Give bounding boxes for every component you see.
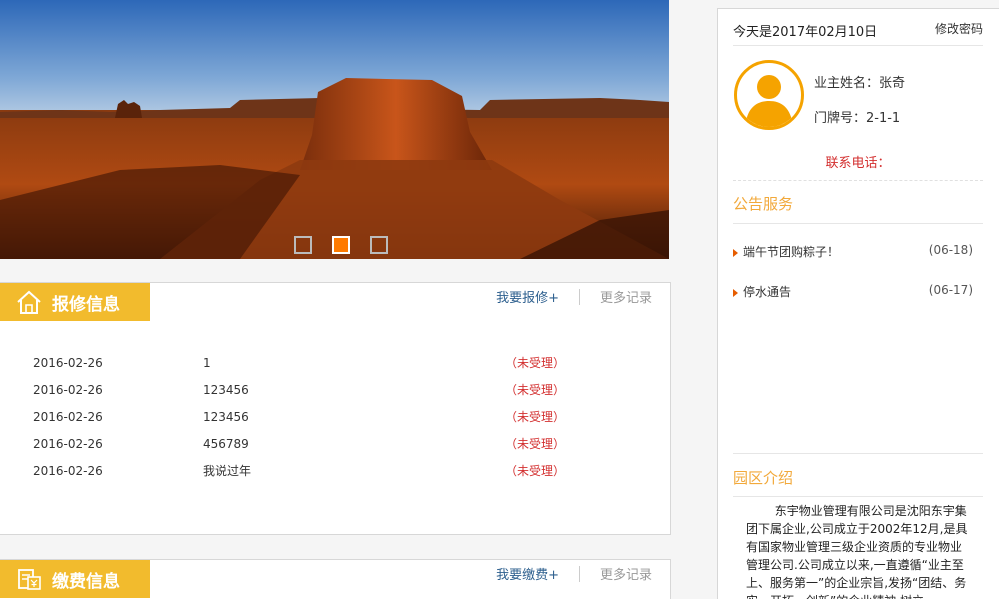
repair-row[interactable]: 2016-02-26 我说过年 （未受理）	[33, 457, 633, 484]
notice-date: (06-18)	[928, 243, 973, 257]
repair-list: 2016-02-26 1 （未受理） 2016-02-26 123456 （未受…	[33, 349, 633, 484]
repair-date: 2016-02-26	[33, 355, 103, 370]
payment-tab: 缴费信息	[0, 560, 150, 598]
repair-content: 123456	[203, 409, 249, 424]
payment-more-link[interactable]: 更多记录	[600, 564, 652, 583]
banner-image	[0, 0, 669, 259]
divider	[733, 45, 983, 46]
add-payment-link[interactable]: 我要缴费+	[496, 564, 559, 583]
divider	[733, 453, 983, 454]
repair-content: 123456	[203, 382, 249, 397]
repair-date: 2016-02-26	[33, 463, 103, 478]
notice-item[interactable]: 停水通告 (06-17)	[733, 283, 973, 300]
right-sidebar: 今天是2017年02月10日 修改密码 业主姓名：张奇 门牌号：2-1-1 联系…	[717, 8, 999, 599]
divider	[733, 223, 983, 224]
change-password-link[interactable]: 修改密码	[935, 20, 983, 37]
repair-more-link[interactable]: 更多记录	[600, 287, 652, 306]
dashed-divider	[733, 180, 983, 181]
repair-row[interactable]: 2016-02-26 123456 （未受理）	[33, 376, 633, 403]
payment-title: 缴费信息	[52, 571, 120, 592]
page: 报修信息 我要报修+ 更多记录 2016-02-26 1 （未受理） 2016-…	[0, 0, 999, 599]
contact-phone: 联系电话：	[825, 156, 891, 171]
house-repair-icon	[17, 290, 41, 314]
repair-status: （未受理）	[505, 410, 566, 424]
repair-row[interactable]: 2016-02-26 456789 （未受理）	[33, 430, 633, 457]
repair-date: 2016-02-26	[33, 382, 103, 397]
notice-date: (06-17)	[928, 283, 973, 297]
repair-row[interactable]: 2016-02-26 1 （未受理）	[33, 349, 633, 376]
repair-date: 2016-02-26	[33, 436, 103, 451]
payment-icon	[18, 569, 41, 590]
carousel-dot-2[interactable]	[332, 236, 350, 254]
divider	[733, 496, 983, 497]
link-divider	[578, 288, 580, 305]
repair-row[interactable]: 2016-02-26 123456 （未受理）	[33, 403, 633, 430]
repair-links: 我要报修+ 更多记录	[496, 287, 652, 306]
intro-title: 园区介绍	[733, 469, 794, 487]
payment-panel: 缴费信息 我要缴费+ 更多记录	[0, 559, 671, 599]
user-icon	[745, 75, 793, 127]
banner-carousel[interactable]	[0, 0, 669, 259]
door-number: 门牌号：2-1-1	[814, 111, 901, 126]
notice-text: 停水通告	[743, 285, 792, 299]
repair-status: （未受理）	[505, 464, 566, 478]
carousel-dot-1[interactable]	[294, 236, 312, 254]
repair-content: 我说过年	[203, 464, 252, 478]
carousel-dot-3[interactable]	[370, 236, 388, 254]
repair-content: 456789	[203, 436, 249, 451]
repair-panel: 报修信息 我要报修+ 更多记录 2016-02-26 1 （未受理） 2016-…	[0, 282, 671, 535]
notice-title: 公告服务	[733, 195, 794, 213]
repair-status: （未受理）	[505, 356, 566, 370]
add-repair-link[interactable]: 我要报修+	[496, 287, 559, 306]
repair-date: 2016-02-26	[33, 409, 103, 424]
owner-name: 业主姓名：张奇	[814, 76, 906, 91]
arrow-right-icon	[733, 288, 738, 297]
repair-content: 1	[203, 355, 211, 370]
intro-text: 东宇物业管理有限公司是沈阳东宇集团下属企业,公司成立于2002年12月,是具有国…	[746, 504, 968, 599]
link-divider	[578, 565, 580, 582]
repair-status: （未受理）	[505, 383, 566, 397]
carousel-dots	[294, 236, 388, 254]
payment-links: 我要缴费+ 更多记录	[496, 564, 652, 583]
repair-tab: 报修信息	[0, 283, 150, 321]
avatar	[734, 60, 804, 130]
repair-status: （未受理）	[505, 437, 566, 451]
today-date: 今天是2017年02月10日	[733, 25, 878, 40]
notice-item[interactable]: 端午节团购粽子！ (06-18)	[733, 243, 973, 260]
arrow-right-icon	[733, 248, 738, 257]
notice-text: 端午节团购粽子！	[743, 245, 840, 259]
repair-title: 报修信息	[52, 294, 120, 315]
